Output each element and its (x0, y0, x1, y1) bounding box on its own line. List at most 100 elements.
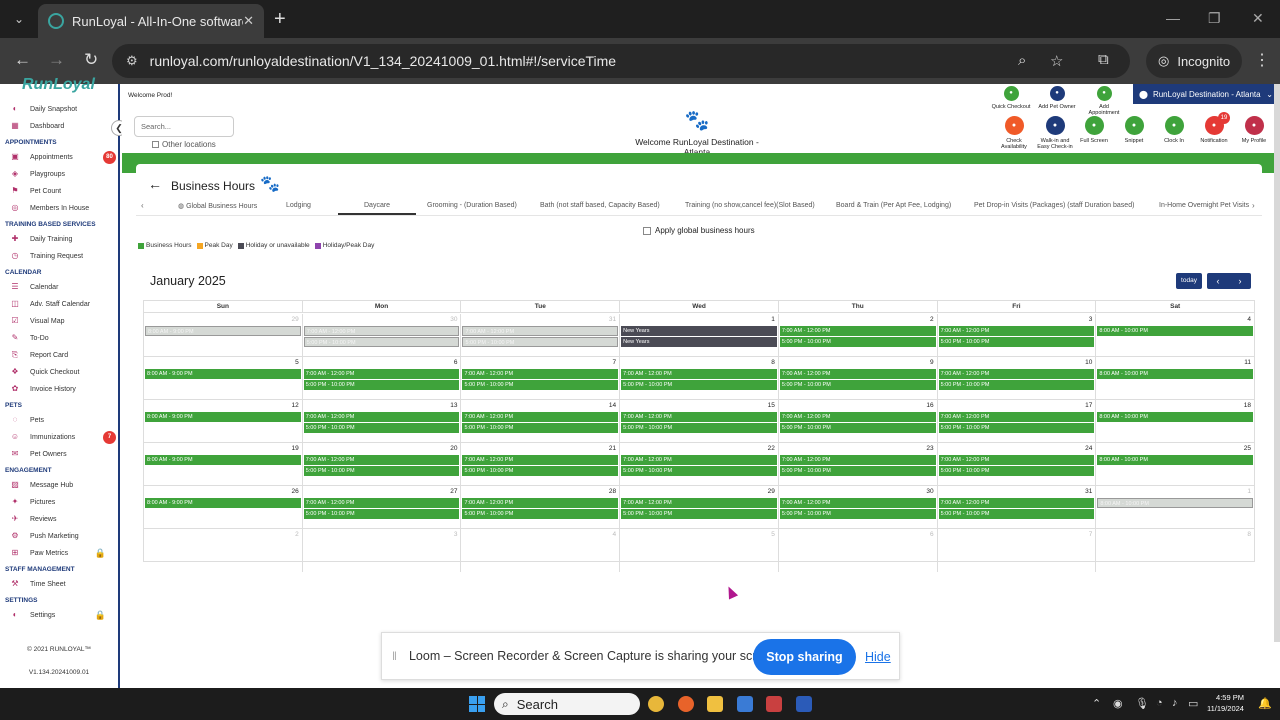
calendar-day-cell[interactable]: 14 7:00 AM - 12:00 PM 5:00 PM - 10:00 PM (461, 400, 621, 443)
business-hours-event[interactable]: 7:00 AM - 12:00 PM (779, 369, 936, 379)
tab-daycare[interactable]: Daycare (364, 202, 390, 209)
calendar-day-cell[interactable]: 1 New Years New Years (620, 314, 779, 357)
file-explorer-icon[interactable] (707, 696, 723, 712)
calculator-icon[interactable] (737, 696, 753, 712)
bookmark-star-icon[interactable]: ☆ (1050, 52, 1063, 70)
sidebar-item-training-request[interactable]: ◷ Training Request (10, 248, 118, 264)
calendar-day-cell[interactable]: 5 8:00 AM - 9:00 PM (144, 357, 303, 400)
sidebar-item-dashboard[interactable]: ▦ Dashboard (10, 118, 118, 134)
add-pet-owner-action[interactable]: ● Add Pet Owner (1037, 86, 1077, 110)
sidebar-item-immunizations[interactable]: ☺ Immunizations 7 (10, 429, 118, 445)
minimize-icon[interactable]: — (1166, 10, 1180, 26)
business-hours-event[interactable]: 5:00 PM - 10:00 PM (462, 337, 619, 347)
business-hours-event[interactable]: 5:00 PM - 10:00 PM (303, 380, 460, 390)
business-hours-event[interactable]: 7:00 AM - 12:00 PM (303, 326, 460, 336)
business-hours-event[interactable]: 8:00 AM - 10:00 PM (1097, 498, 1254, 508)
business-hours-event[interactable]: 5:00 PM - 10:00 PM (779, 337, 936, 347)
restore-icon[interactable]: ❐ (1208, 10, 1221, 27)
wifi-icon[interactable]: ◔ (1156, 697, 1163, 709)
windows-start-icon[interactable] (469, 696, 485, 712)
clock-in-action[interactable]: ● Clock In (1154, 116, 1194, 144)
sidebar-item-adv-staff-calendar[interactable]: ◫ Adv. Staff Calendar (10, 296, 118, 312)
business-hours-event[interactable]: 7:00 AM - 12:00 PM (462, 498, 619, 508)
business-hours-event[interactable]: 7:00 AM - 12:00 PM (779, 455, 936, 465)
system-clock[interactable]: 4:59 PM 11/19/2024 (1207, 692, 1244, 714)
business-hours-event[interactable]: 7:00 AM - 12:00 PM (779, 498, 936, 508)
microphone-icon[interactable]: 🎙 (1135, 697, 1149, 710)
business-hours-event[interactable]: 7:00 AM - 12:00 PM (938, 455, 1095, 465)
hide-link[interactable]: Hide (865, 650, 891, 664)
calendar-day-cell[interactable]: 3 7:00 AM - 12:00 PM 5:00 PM - 10:00 PM (938, 314, 1097, 357)
business-hours-event[interactable]: 5:00 PM - 10:00 PM (779, 423, 936, 433)
tab-bath-not-staff-based-capacity-based[interactable]: Bath (not staff based, Capacity Based) (540, 202, 660, 209)
calendar-day-cell[interactable]: 5 (620, 529, 779, 572)
business-hours-event[interactable]: 5:00 PM - 10:00 PM (938, 337, 1095, 347)
tab-in-home-overnight-pet-visits[interactable]: In-Home Overnight Pet Visits (1159, 202, 1249, 209)
business-hours-event[interactable]: 8:00 AM - 9:00 PM (145, 498, 301, 508)
battery-icon[interactable]: ▭ (1188, 697, 1198, 710)
calendar-day-cell[interactable]: 1 8:00 AM - 10:00 PM (1096, 486, 1254, 529)
tab-lodging[interactable]: Lodging (286, 202, 311, 209)
calendar-day-cell[interactable]: 26 8:00 AM - 9:00 PM (144, 486, 303, 529)
tab-grooming-duration-based[interactable]: Grooming - (Duration Based) (427, 202, 517, 209)
business-hours-event[interactable]: 8:00 AM - 9:00 PM (145, 326, 301, 336)
back-arrow-icon[interactable]: ← (148, 176, 162, 192)
my-profile-action[interactable]: ● My Profile (1234, 116, 1274, 144)
calendar-day-cell[interactable]: 23 7:00 AM - 12:00 PM 5:00 PM - 10:00 PM (779, 443, 938, 486)
extensions-icon[interactable]: ⧉ (1098, 51, 1109, 68)
business-hours-event[interactable]: 7:00 AM - 12:00 PM (621, 498, 777, 508)
business-hours-event[interactable]: 8:00 AM - 10:00 PM (1097, 326, 1254, 336)
business-hours-event[interactable]: 8:00 AM - 9:00 PM (145, 369, 301, 379)
back-icon[interactable]: ← (14, 50, 31, 70)
sidebar-item-invoice-history[interactable]: ✿ Invoice History (10, 381, 118, 397)
full-screen-action[interactable]: ● Full Screen (1074, 116, 1114, 144)
walk-in-and-easy-check-in-action[interactable]: ● Walk-in and Easy Check-in (1035, 116, 1075, 150)
other-locations-checkbox[interactable]: Other locations (152, 140, 216, 149)
search-input[interactable]: Search... (134, 116, 234, 137)
forward-icon[interactable]: → (48, 50, 65, 70)
volume-icon[interactable]: ♪ (1172, 697, 1178, 709)
tab-pet-drop-in-visits-packages-staff-duration-based[interactable]: Pet Drop-in Visits (Packages) (staff Dur… (974, 202, 1134, 209)
check-availability-action[interactable]: ● Check Availability (994, 116, 1034, 150)
sidebar-item-to-do[interactable]: ✎ To-Do (10, 330, 118, 346)
business-hours-event[interactable]: 5:00 PM - 10:00 PM (303, 337, 460, 347)
calendar-day-cell[interactable]: 13 7:00 AM - 12:00 PM 5:00 PM - 10:00 PM (303, 400, 462, 443)
site-info-icon[interactable]: ⚙ (126, 53, 138, 69)
business-hours-event[interactable]: 5:00 PM - 10:00 PM (779, 509, 936, 519)
tabs-right-arrow-icon[interactable]: › (1252, 201, 1255, 210)
calendar-day-cell[interactable]: 19 8:00 AM - 9:00 PM (144, 443, 303, 486)
calendar-day-cell[interactable]: 8 7:00 AM - 12:00 PM 5:00 PM - 10:00 PM (620, 357, 779, 400)
sidebar-item-calendar[interactable]: ☰ Calendar (10, 279, 118, 295)
business-hours-event[interactable]: 7:00 AM - 12:00 PM (462, 412, 619, 422)
sidebar-item-quick-checkout[interactable]: ❖ Quick Checkout (10, 364, 118, 380)
today-button[interactable]: today (1176, 273, 1202, 289)
business-hours-event[interactable]: 5:00 PM - 10:00 PM (938, 466, 1095, 476)
browser-menu-icon[interactable]: ⋮ (1254, 50, 1270, 70)
window-close-icon[interactable]: ✕ (1252, 10, 1264, 27)
browser-tab[interactable]: RunLoyal - All-In-One software ✕ (38, 4, 264, 38)
snippet-action[interactable]: ● Snippet (1114, 116, 1154, 144)
calendar-day-cell[interactable]: 21 7:00 AM - 12:00 PM 5:00 PM - 10:00 PM (461, 443, 621, 486)
url-omnibox[interactable]: ⚙ runloyal.com/runloyaldestination/V1_13… (112, 44, 1130, 78)
sidebar-item-message-hub[interactable]: ▨ Message Hub (10, 477, 118, 493)
sidebar-item-pictures[interactable]: ✦ Pictures (10, 494, 118, 510)
business-hours-event[interactable]: 7:00 AM - 12:00 PM (779, 412, 936, 422)
business-hours-event[interactable]: 5:00 PM - 10:00 PM (938, 380, 1095, 390)
calendar-day-cell[interactable]: 16 7:00 AM - 12:00 PM 5:00 PM - 10:00 PM (779, 400, 938, 443)
business-hours-event[interactable]: 7:00 AM - 12:00 PM (462, 455, 619, 465)
business-hours-event[interactable]: 7:00 AM - 12:00 PM (621, 455, 777, 465)
calendar-day-cell[interactable]: 6 (779, 529, 938, 572)
calendar-day-cell[interactable]: 30 7:00 AM - 12:00 PM 5:00 PM - 10:00 PM (303, 314, 462, 357)
sidebar-item-reviews[interactable]: ✈ Reviews (10, 511, 118, 527)
apply-global-checkbox[interactable]: Apply global business hours (643, 226, 755, 235)
incognito-indicator[interactable]: ◎ Incognito (1146, 44, 1243, 78)
sidebar-item-visual-map[interactable]: ☑ Visual Map (10, 313, 118, 329)
business-hours-event[interactable]: 5:00 PM - 10:00 PM (303, 466, 460, 476)
sidebar-item-pets[interactable]: ◌ Pets (10, 412, 118, 428)
calendar-day-cell[interactable]: 22 7:00 AM - 12:00 PM 5:00 PM - 10:00 PM (620, 443, 779, 486)
business-hours-event[interactable]: 7:00 AM - 12:00 PM (938, 412, 1095, 422)
sidebar-item-members-in-house[interactable]: ◎ Members In House (10, 200, 118, 216)
business-hours-event[interactable]: 7:00 AM - 12:00 PM (303, 455, 460, 465)
reload-icon[interactable]: ↻ (84, 50, 98, 70)
calendar-day-cell[interactable]: 31 7:00 AM - 12:00 PM 5:00 PM - 10:00 PM (461, 314, 621, 357)
